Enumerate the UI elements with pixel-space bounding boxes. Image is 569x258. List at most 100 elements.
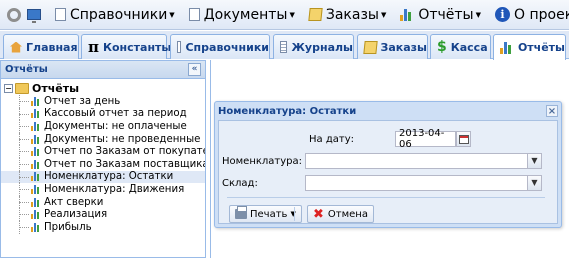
tab-cash[interactable]: $ Касса [430,34,491,59]
tree-item[interactable]: Документы: не оплаченые [1,120,205,133]
print-button[interactable]: Печать ▼ [229,205,302,223]
menu-item-directories[interactable]: Справочники ▼ [52,2,178,28]
tree-items: Отчет за день Кассовый отчет за период Док… [1,95,205,234]
tree-root-reports[interactable]: − Отчёты [1,81,205,95]
menu-item-about[interactable]: i О проекте [492,2,569,28]
cancel-button-label: Отмена [327,208,368,220]
menu-item-label: Заказы [325,6,379,23]
bar-chart-icon [31,159,41,169]
panel-title: Отчёты [5,64,48,75]
document-icon [55,8,66,21]
notepad-icon [308,8,323,21]
calendar-icon [458,135,469,144]
bar-chart-icon [31,172,41,182]
bar-chart-icon [31,134,41,144]
tree-item-label: Документы: не оплаченые [44,120,187,132]
printer-icon [235,206,247,219]
dialog-header: Номенклатура: Остатки × [215,102,561,120]
warehouse-dropdown-button[interactable]: ▼ [527,175,542,191]
tab-label: Главная [26,40,78,54]
bar-chart-icon [31,147,41,157]
gear-icon [7,7,21,22]
reports-panel: Отчёты « − Отчёты Отчет за день Кассовый … [0,60,206,258]
warehouse-label: Склад: [222,178,258,189]
chevron-down-icon: ▼ [531,156,538,165]
tab-directories[interactable]: Справочники [170,34,270,59]
panel-header: Отчёты « [1,61,205,79]
tree-item[interactable]: Реализация [1,208,205,221]
tree-item[interactable]: Номенклатура: Движения [1,183,205,196]
tab-orders[interactable]: Заказы [357,34,428,59]
dialog-title: Номенклатура: Остатки [218,105,357,117]
notepad-icon [363,40,378,54]
print-button-label: Печать [250,208,288,220]
tree-item-label: Отчет за день [44,95,121,107]
nomenclature-dropdown-button[interactable]: ▼ [527,153,542,169]
close-icon[interactable]: × [546,105,558,117]
monitor-button[interactable] [24,2,44,28]
tab-label: Справочники [185,40,269,54]
tree-item[interactable]: Документы: не проведенные [1,132,205,146]
tree-item[interactable]: Прибыль [1,220,205,234]
bar-chart-icon [31,184,41,194]
tree-item-label: Отчет по Заказам поставщикам [44,158,205,170]
tree-item-label: Реализация [44,209,108,221]
info-icon: i [495,7,511,22]
collapse-node-icon[interactable]: − [4,83,13,93]
tree-item-label: Акт сверки [44,196,104,208]
chevron-down-icon: ▼ [531,178,538,187]
settings-button[interactable] [4,2,24,28]
menu-item-reports[interactable]: Отчёты ▼ [397,2,484,28]
tab-label: Касса [450,40,488,54]
button-separator [294,207,295,221]
tree-item-label: Прибыль [44,221,92,233]
bar-chart-icon [31,96,41,106]
home-icon [10,41,22,53]
bar-chart-icon [500,41,514,54]
tab-home[interactable]: Главная [3,34,79,59]
chevron-down-icon: ▼ [380,10,387,19]
tab-constants[interactable]: π Константы [81,34,171,59]
cancel-icon: ✖ [313,206,324,222]
tree-item[interactable]: Отчет за день [1,95,205,108]
tab-label: Журналы [291,40,353,54]
dialog-divider [227,197,545,198]
tab-journals[interactable]: Журналы [273,34,354,59]
report-params-dialog: Номенклатура: Остатки × На дату: 2013-04… [214,101,562,228]
dialog-body: На дату: 2013-04-06 Номенклатура: ▼ Скла… [218,120,558,224]
monitor-icon [27,9,41,23]
tree-item[interactable]: Кассовый отчет за период [1,107,205,121]
menu-item-documents[interactable]: Документы ▼ [186,2,298,28]
tree-item-label: Номенклатура: Остатки [44,171,174,183]
bar-chart-icon [400,8,414,21]
bar-chart-icon [31,109,41,119]
tree-item-label: Отчет по Заказам от покупател... [44,146,205,158]
tree-item[interactable]: Отчет по Заказам от покупател... [1,145,205,158]
pi-icon: π [88,38,99,56]
tree-item[interactable]: Отчет по Заказам поставщикам [1,157,205,171]
date-label: На дату: [309,134,354,145]
journal-icon [280,41,288,53]
tree-root-label: Отчёты [32,81,80,95]
book-icon [177,41,182,53]
warehouse-select[interactable] [305,175,529,191]
folder-icon [15,82,29,94]
cancel-button[interactable]: ✖ Отмена [307,205,374,223]
tab-reports[interactable]: Отчёты [493,34,566,60]
menu-item-label: Документы [203,6,288,23]
nomenclature-select[interactable] [305,153,529,169]
tab-label: Отчёты [517,41,565,54]
chevron-down-icon: ▼ [289,10,295,19]
date-picker-button[interactable] [456,131,471,147]
collapse-panel-button[interactable]: « [188,63,201,76]
menu-item-orders[interactable]: Заказы ▼ [306,2,389,28]
tree-item-label: Документы: не проведенные [44,133,201,145]
tree-item[interactable]: Акт сверки [1,195,205,209]
tree-item-label: Номенклатура: Движения [44,183,185,195]
reports-tree: − Отчёты Отчет за день Кассовый отчет за … [1,79,205,234]
tree-item[interactable]: Номенклатура: Остатки [1,170,205,184]
date-field[interactable]: 2013-04-06 [395,128,456,150]
tab-strip: Главная π Константы Справочники Журналы … [0,31,569,60]
chevron-down-icon: ▼ [475,10,482,19]
tree-item-label: Кассовый отчет за период [44,108,187,120]
